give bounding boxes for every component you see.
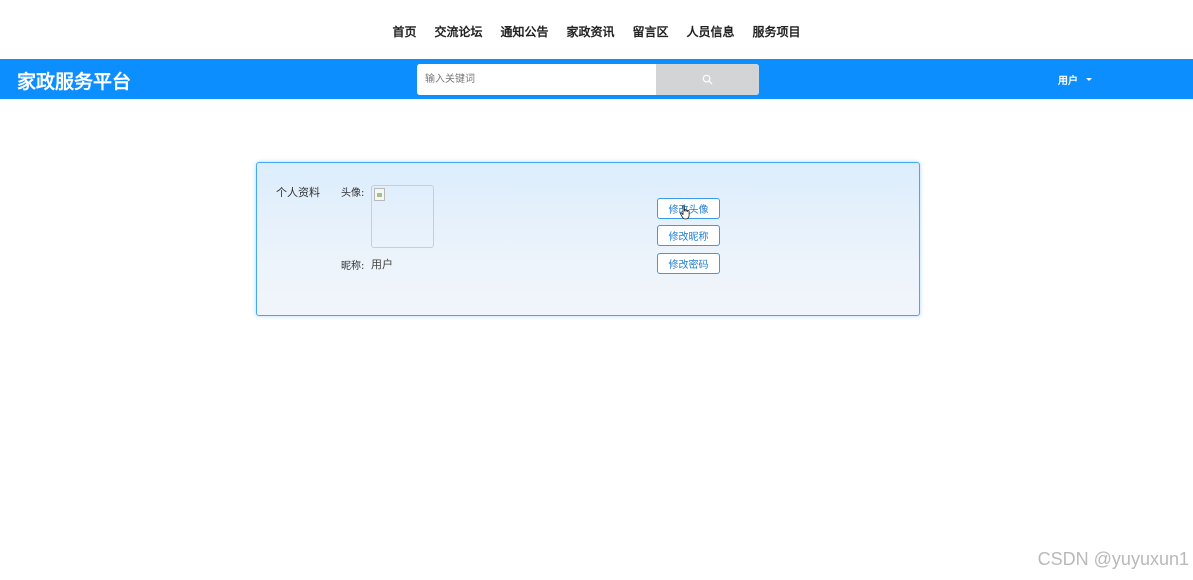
avatar (371, 185, 434, 248)
nav-item-services[interactable]: 服务项目 (753, 23, 801, 40)
user-menu[interactable]: 用户 (1058, 72, 1092, 87)
search-input[interactable] (417, 64, 656, 95)
nav-item-home[interactable]: 首页 (392, 23, 416, 40)
change-password-button[interactable]: 修改密码 (657, 253, 720, 274)
nickname-label: 昵称: (341, 261, 365, 272)
nav-item-notices[interactable]: 通知公告 (500, 23, 548, 40)
site-brand[interactable]: 家政服务平台 (17, 67, 131, 94)
nav-item-staff[interactable]: 人员信息 (687, 23, 735, 40)
caret-down-icon (1086, 78, 1092, 81)
nav-item-news[interactable]: 家政资讯 (566, 23, 614, 40)
profile-card: 个人资料 头像: 昵称: 用户 修改头像 修改昵称 修改密码 (256, 162, 920, 316)
change-nickname-button[interactable]: 修改昵称 (657, 225, 720, 246)
top-navigation: 首页 交流论坛 通知公告 家政资讯 留言区 人员信息 服务项目 (0, 0, 1193, 59)
broken-image-icon (374, 188, 385, 201)
profile-title: 个人资料 (276, 186, 320, 199)
avatar-label: 头像: (341, 188, 365, 199)
watermark: CSDN @yuyuxun1 (1037, 549, 1189, 569)
header-bar: 家政服务平台 用户 (0, 59, 1193, 99)
nav-item-forum[interactable]: 交流论坛 (434, 23, 482, 40)
hand-cursor-icon (680, 205, 690, 220)
user-menu-label: 用户 (1058, 76, 1078, 87)
search-button[interactable] (656, 64, 759, 95)
search-icon (702, 74, 713, 85)
nav-item-messages[interactable]: 留言区 (633, 23, 669, 40)
nickname-value: 用户 (371, 258, 393, 271)
search-box (417, 64, 759, 95)
